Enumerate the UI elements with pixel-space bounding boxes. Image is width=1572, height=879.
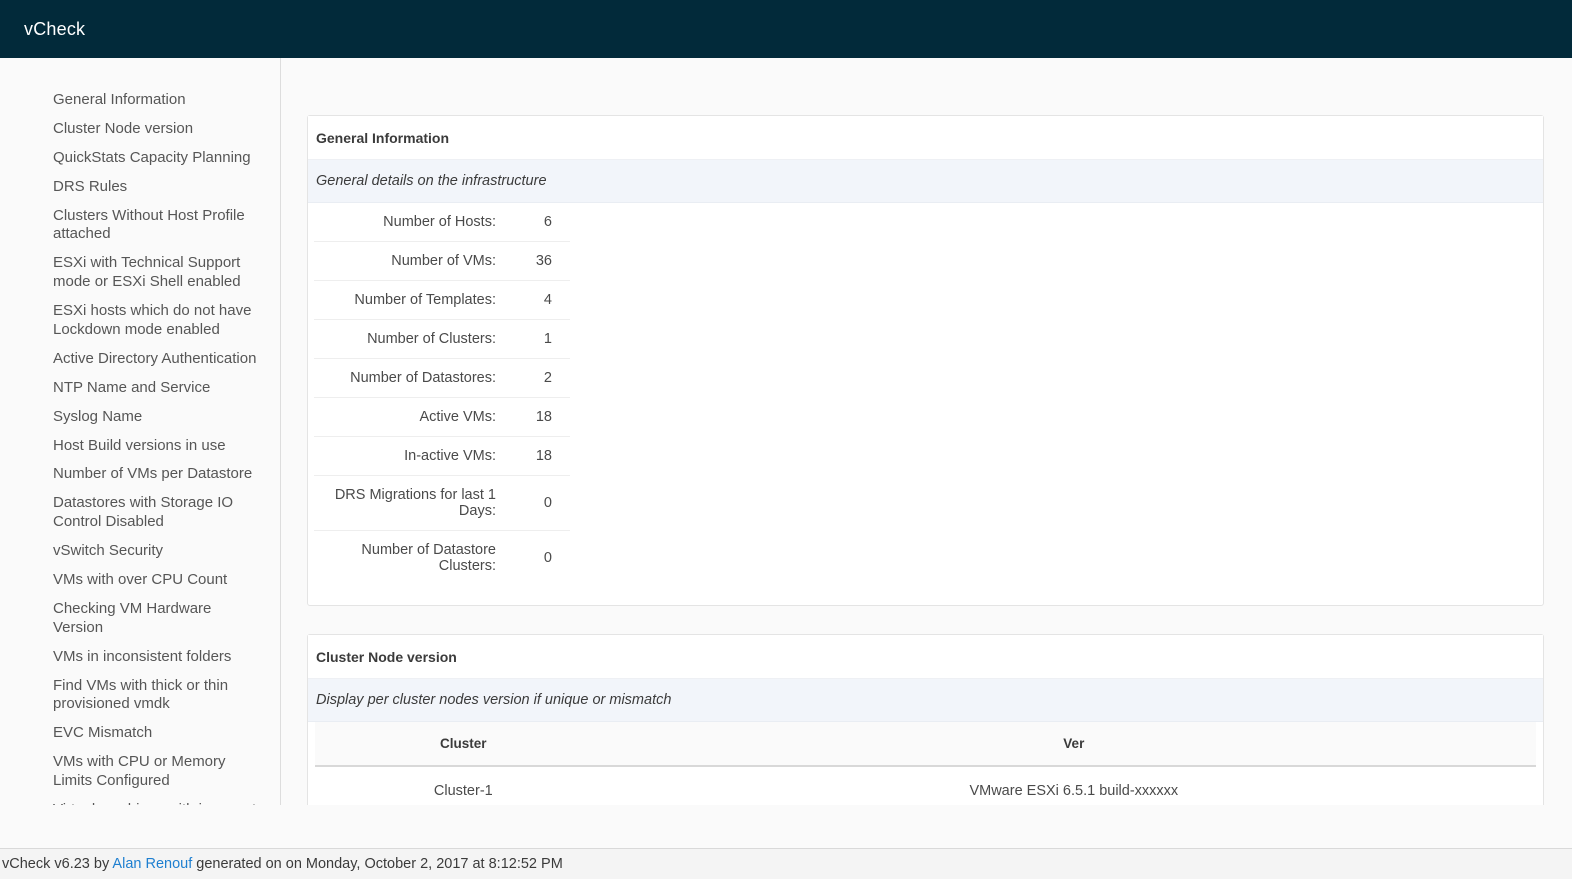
stat-value: 18 xyxy=(500,437,570,476)
stat-value: 0 xyxy=(500,476,570,531)
sidebar-item-0[interactable]: General Information xyxy=(0,86,280,115)
sidebar-item-3[interactable]: DRS Rules xyxy=(0,173,280,202)
stat-label: Number of Clusters: xyxy=(314,320,500,359)
page-footer: vCheck v6.23 by Alan Renouf generated on… xyxy=(0,848,1572,879)
card-body: Number of Hosts:6Number of VMs:36Number … xyxy=(308,203,1543,605)
sidebar-item-12[interactable]: Datastores with Storage IO Control Disab… xyxy=(0,489,280,537)
sidebar-item-10[interactable]: Host Build versions in use xyxy=(0,432,280,461)
sidebar-item-1[interactable]: Cluster Node version xyxy=(0,115,280,144)
card-subtitle: Display per cluster nodes version if uni… xyxy=(308,679,1543,722)
table-row: Active VMs:18 xyxy=(314,398,570,437)
table-row: Number of Clusters:1 xyxy=(314,320,570,359)
table-row: Number of Datastore Clusters:0 xyxy=(314,531,570,586)
column-header: Ver xyxy=(612,722,1536,766)
table-body: Cluster-1VMware ESXi 6.5.1 build-xxxxxx xyxy=(315,766,1536,805)
stat-label: Number of Hosts: xyxy=(314,203,500,242)
footer-suffix: generated on on Monday, October 2, 2017 … xyxy=(192,856,563,872)
table-row: Number of Datastores:2 xyxy=(314,359,570,398)
stat-label: Number of Datastores: xyxy=(314,359,500,398)
card-title: General Information xyxy=(308,116,1543,160)
app-brand-title[interactable]: vCheck xyxy=(0,19,85,40)
card-body: ClusterVer Cluster-1VMware ESXi 6.5.1 bu… xyxy=(308,722,1543,805)
sidebar-item-6[interactable]: ESXi hosts which do not have Lockdown mo… xyxy=(0,297,280,345)
stat-value: 6 xyxy=(500,203,570,242)
sidebar-item-20[interactable]: Virtual machines with incorrect OS confi… xyxy=(0,796,280,805)
sidebar-item-11[interactable]: Number of VMs per Datastore xyxy=(0,460,280,489)
stat-label: DRS Migrations for last 1 Days: xyxy=(314,476,500,531)
stat-label: In-active VMs: xyxy=(314,437,500,476)
table-bottom-spacer xyxy=(308,585,1543,605)
sidebar-item-2[interactable]: QuickStats Capacity Planning xyxy=(0,144,280,173)
stat-label: Number of Templates: xyxy=(314,281,500,320)
sidebar-item-5[interactable]: ESXi with Technical Support mode or ESXi… xyxy=(0,249,280,297)
table-row: Number of Templates:4 xyxy=(314,281,570,320)
stat-label: Number of Datastore Clusters: xyxy=(314,531,500,586)
sidebar-item-9[interactable]: Syslog Name xyxy=(0,403,280,432)
sidebar-item-19[interactable]: VMs with CPU or Memory Limits Configured xyxy=(0,748,280,796)
footer-text: vCheck v6.23 by Alan Renouf generated on… xyxy=(2,856,563,872)
page-body: General InformationCluster Node versionQ… xyxy=(0,58,1572,805)
footer-author-link[interactable]: Alan Renouf xyxy=(112,856,192,872)
stat-value: 36 xyxy=(500,242,570,281)
footer-prefix: vCheck v6.23 by xyxy=(2,856,112,872)
main-content: General Information General details on t… xyxy=(281,58,1572,805)
sidebar-item-16[interactable]: VMs in inconsistent folders xyxy=(0,643,280,672)
table-row: Number of VMs:36 xyxy=(314,242,570,281)
card-subtitle: General details on the infrastructure xyxy=(308,160,1543,203)
sidebar-item-14[interactable]: VMs with over CPU Count xyxy=(0,566,280,595)
sidebar-item-8[interactable]: NTP Name and Service xyxy=(0,374,280,403)
general-information-table: Number of Hosts:6Number of VMs:36Number … xyxy=(314,203,570,585)
sidebar-item-4[interactable]: Clusters Without Host Profile attached xyxy=(0,202,280,250)
stat-value: 18 xyxy=(500,398,570,437)
table-cell: VMware ESXi 6.5.1 build-xxxxxx xyxy=(612,766,1536,805)
stat-label: Active VMs: xyxy=(314,398,500,437)
table-header: ClusterVer xyxy=(315,722,1536,766)
card-general-information: General Information General details on t… xyxy=(307,115,1544,606)
sidebar-item-13[interactable]: vSwitch Security xyxy=(0,537,280,566)
stat-value: 2 xyxy=(500,359,570,398)
content-bottom-gap xyxy=(0,805,1572,848)
sidebar-item-15[interactable]: Checking VM Hardware Version xyxy=(0,595,280,643)
sidebar-item-17[interactable]: Find VMs with thick or thin provisioned … xyxy=(0,672,280,720)
cluster-node-version-table: ClusterVer Cluster-1VMware ESXi 6.5.1 bu… xyxy=(315,722,1536,805)
stat-value: 1 xyxy=(500,320,570,359)
table-row: Cluster-1VMware ESXi 6.5.1 build-xxxxxx xyxy=(315,766,1536,805)
stat-value: 4 xyxy=(500,281,570,320)
table-cell: Cluster-1 xyxy=(315,766,612,805)
card-cluster-node-version: Cluster Node version Display per cluster… xyxy=(307,634,1544,805)
sidebar-navigation[interactable]: General InformationCluster Node versionQ… xyxy=(0,58,281,805)
sidebar-item-18[interactable]: EVC Mismatch xyxy=(0,719,280,748)
stat-label: Number of VMs: xyxy=(314,242,500,281)
table-row: In-active VMs:18 xyxy=(314,437,570,476)
vcheck-report-app: vCheck General InformationCluster Node v… xyxy=(0,0,1572,879)
table-row: DRS Migrations for last 1 Days:0 xyxy=(314,476,570,531)
table-header-row: ClusterVer xyxy=(315,722,1536,766)
stat-value: 0 xyxy=(500,531,570,586)
card-title: Cluster Node version xyxy=(308,635,1543,679)
top-navbar: vCheck xyxy=(0,0,1572,58)
sidebar-item-list: General InformationCluster Node versionQ… xyxy=(0,86,280,805)
column-header: Cluster xyxy=(315,722,612,766)
table-row: Number of Hosts:6 xyxy=(314,203,570,242)
sidebar-item-7[interactable]: Active Directory Authentication xyxy=(0,345,280,374)
